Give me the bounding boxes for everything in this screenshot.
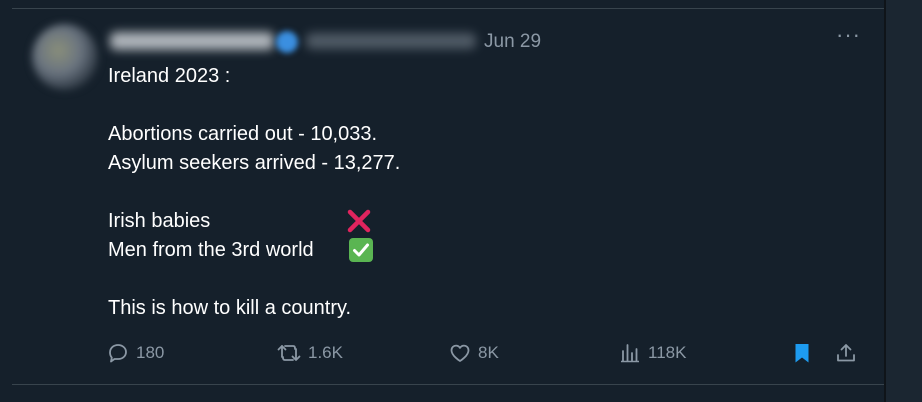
top-divider [12, 8, 884, 9]
bottom-divider [12, 384, 884, 385]
repost-icon [277, 345, 301, 361]
text-line-with-emoji: Irish babies [108, 207, 808, 236]
bookmark-filled-icon [795, 344, 809, 363]
display-name-redacted[interactable] [110, 32, 274, 50]
like-button[interactable]: 8K [448, 340, 499, 366]
reply-count: 180 [136, 343, 165, 362]
share-icon [837, 344, 855, 362]
text-line: This is how to kill a country. [108, 297, 352, 319]
reply-button[interactable]: 180 [106, 340, 164, 366]
text-line: Men from the 3rd world [108, 239, 314, 261]
reply-icon [109, 344, 127, 363]
action-bar: 180 1.6K 8K 118K [106, 340, 862, 366]
text-line: Asylum seekers arrived - 13,277. [108, 152, 401, 174]
text-line: Ireland 2023 : [108, 65, 231, 87]
check-mark-button-icon [349, 238, 373, 262]
text-line: Abortions carried out - 10,033. [108, 123, 378, 145]
view-count: 118K [648, 343, 687, 362]
like-count: 8K [478, 343, 499, 362]
more-options-icon[interactable]: ··· [836, 24, 861, 46]
tweet-text: Ireland 2023 : Abortions carried out - 1… [108, 62, 808, 323]
repost-button[interactable]: 1.6K [276, 340, 343, 366]
share-button[interactable] [834, 340, 858, 366]
tweet-card[interactable]: Jun 29 ··· Ireland 2023 : Abortions carr… [0, 0, 922, 402]
post-date[interactable]: Jun 29 [484, 31, 541, 53]
avatar[interactable] [32, 24, 98, 90]
analytics-icon [621, 344, 639, 363]
tweet-header: Jun 29 [108, 28, 828, 54]
repost-count: 1.6K [308, 343, 343, 362]
text-line-with-emoji: Men from the 3rd world [108, 236, 808, 265]
bookmark-button[interactable] [790, 340, 814, 366]
right-column-edge [886, 0, 922, 402]
heart-icon [450, 344, 470, 362]
views-button[interactable]: 118K [618, 340, 686, 366]
handle-redacted[interactable] [306, 33, 476, 49]
text-line: Irish babies [108, 210, 211, 232]
verified-badge-icon [276, 31, 298, 53]
cross-mark-icon [347, 209, 371, 233]
